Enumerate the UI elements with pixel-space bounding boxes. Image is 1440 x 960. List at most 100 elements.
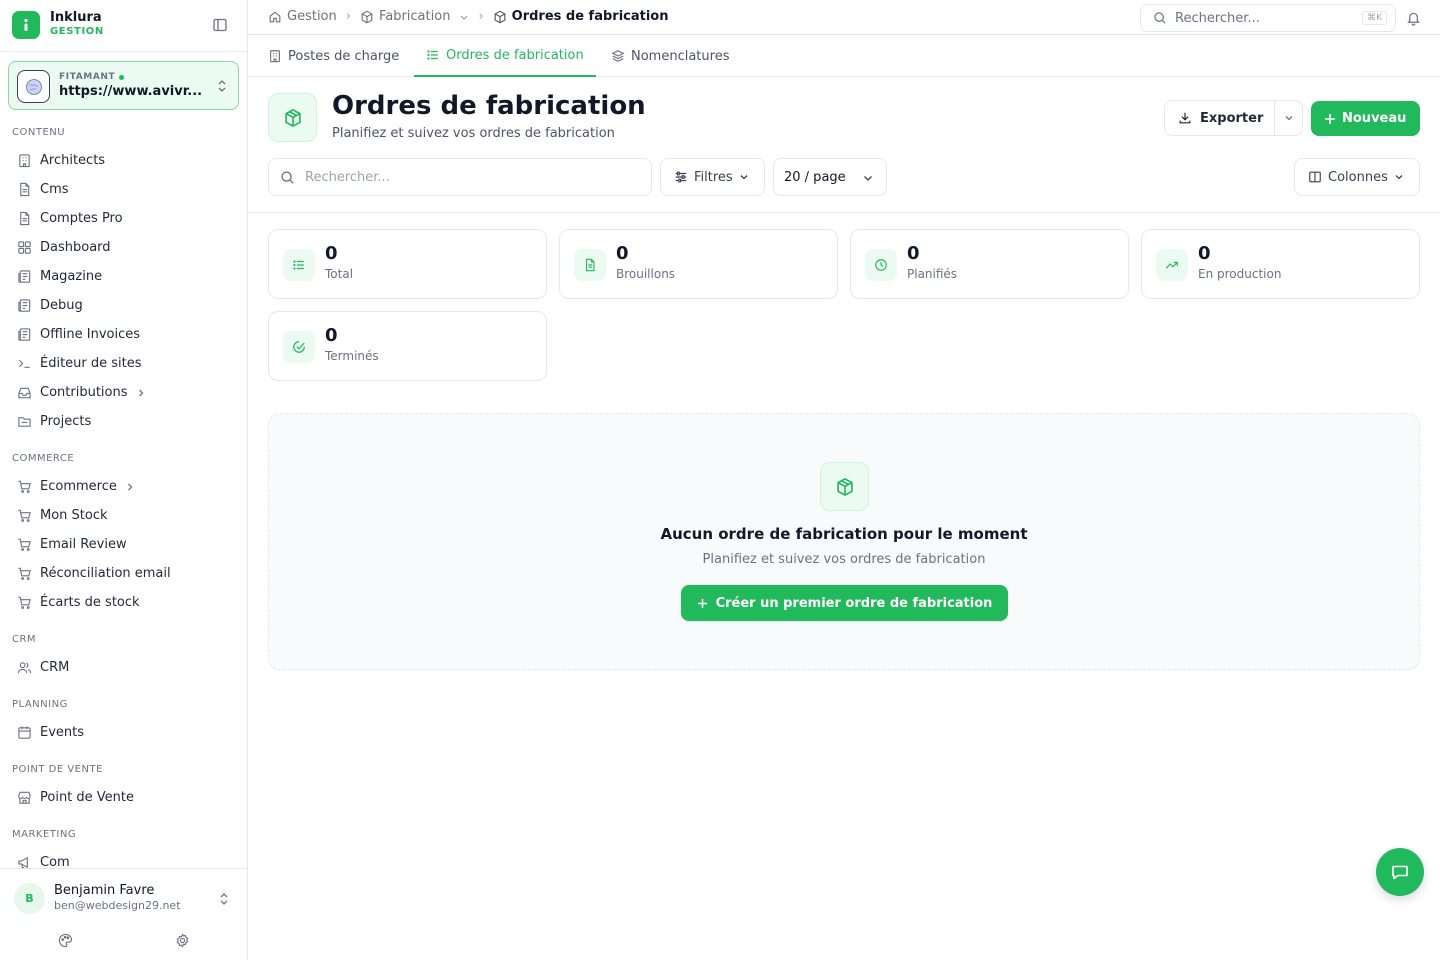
nav-section-title: MARKETING (12, 829, 77, 840)
chevron-down-icon (862, 172, 874, 184)
sidebar-toggle-icon[interactable] (212, 17, 230, 35)
breadcrumb-item-gestion[interactable]: Gestion (268, 9, 337, 24)
search-box[interactable] (268, 158, 652, 196)
palette-icon[interactable] (56, 931, 74, 949)
page-size-select[interactable]: 20 / page (773, 158, 887, 196)
megaphone-icon (16, 855, 32, 868)
sidebar-item-com[interactable]: Com (0, 848, 247, 868)
cart-icon (16, 537, 32, 553)
sidebar-item-email-review[interactable]: Email Review (0, 530, 247, 559)
bell-icon[interactable] (1406, 10, 1421, 26)
sidebar-item-ecommerce[interactable]: Ecommerce (0, 472, 247, 501)
layers-icon (611, 49, 625, 63)
sidebar-item-ecarts-de-stock[interactable]: Écarts de stock (0, 588, 247, 617)
sidebar-item-projects[interactable]: Projects (0, 407, 247, 436)
site-switcher[interactable]: FITAMANT https://www.avivr... (8, 61, 239, 110)
filters-label: Filtres (694, 169, 733, 185)
clock-icon (865, 249, 897, 281)
chevron-right-icon (125, 482, 135, 492)
folder-icon (16, 414, 32, 430)
breadcrumb-label: Gestion (287, 9, 337, 24)
sidebar-item-events[interactable]: Events (0, 718, 247, 747)
sidebar-item-dashboard[interactable]: Dashboard (0, 233, 247, 262)
stat-card-en-production: 0 En production (1141, 229, 1420, 299)
stat-value: 0 (907, 243, 920, 264)
sidebar-item-magazine[interactable]: Magazine (0, 262, 247, 291)
tab-ordres-de-fabrication[interactable]: Ordres de fabrication (414, 35, 596, 77)
global-search-input[interactable] (1175, 10, 1355, 26)
sidebar-item-comptes-pro[interactable]: Comptes Pro (0, 204, 247, 233)
box-icon (268, 93, 317, 142)
sidebar-item-label: Mon Stock (40, 508, 108, 523)
sidebar-item-editeur-de-sites[interactable]: Éditeur de sites (0, 349, 247, 378)
user-menu[interactable]: B Benjamin Favre ben@webdesign29.net (0, 868, 247, 960)
export-options-button[interactable] (1274, 100, 1303, 136)
sidebar-item-reconciliation-email[interactable]: Réconciliation email (0, 559, 247, 588)
columns-icon (1308, 170, 1322, 184)
stat-label: En production (1198, 267, 1282, 281)
brand-subtitle: GESTION (50, 26, 104, 37)
breadcrumb-item-fabrication[interactable]: Fabrication (360, 9, 469, 24)
tab-label: Postes de charge (288, 48, 400, 64)
chat-button[interactable] (1376, 848, 1424, 896)
stat-card-termines: 0 Terminés (268, 311, 547, 381)
sidebar-item-mon-stock[interactable]: Mon Stock (0, 501, 247, 530)
sidebar-item-offline-invoices[interactable]: Offline Invoices (0, 320, 247, 349)
search-icon (1153, 11, 1167, 25)
user-email: ben@webdesign29.net (54, 899, 181, 912)
grid-icon (16, 240, 32, 256)
global-search[interactable]: ⌘K (1140, 4, 1396, 32)
avatar: B (14, 883, 45, 914)
sidebar-item-point-de-vente[interactable]: Point de Vente (0, 783, 247, 812)
brand-logo-icon[interactable] (12, 11, 40, 39)
file-icon (16, 211, 32, 227)
new-label: Nouveau (1342, 111, 1407, 126)
page-subtitle: Planifiez et suivez vos ordres de fabric… (332, 126, 615, 141)
sidebar-item-crm[interactable]: CRM (0, 653, 247, 682)
sidebar-item-label: Com (40, 855, 70, 868)
calendar-icon (16, 725, 32, 741)
nav-section-title: POINT DE VENTE (12, 764, 103, 775)
breadcrumb: Gestion › Fabrication › Ordres de fabric… (268, 9, 669, 24)
sidebar-item-label: Projects (40, 414, 92, 429)
nav-section-title: COMMERCE (12, 453, 75, 464)
export-button[interactable]: Exporter (1164, 100, 1275, 136)
document-icon (574, 249, 606, 281)
newspaper-icon (16, 269, 32, 285)
sidebar-item-debug[interactable]: Debug (0, 291, 247, 320)
list-icon (426, 48, 440, 62)
sidebar-item-label: Éditeur de sites (40, 356, 142, 371)
site-url: https://www.avivr... (59, 84, 203, 99)
box-icon (360, 10, 374, 24)
search-input[interactable] (305, 169, 625, 185)
columns-button[interactable]: Colonnes (1294, 158, 1420, 196)
download-icon (1178, 111, 1192, 125)
columns-label: Colonnes (1328, 169, 1388, 185)
sidebar-nav: CONTENU Architects Cms Comptes Pro Dashboard… (0, 118, 247, 868)
stat-value: 0 (1198, 243, 1211, 264)
gear-icon[interactable] (173, 931, 191, 949)
sidebar-item-label: Dashboard (40, 240, 111, 255)
sidebar-item-label: Contributions (40, 385, 128, 400)
page-title: Ordres de fabrication (332, 91, 646, 121)
sidebar-item-architects[interactable]: Architects (0, 146, 247, 175)
filters-button[interactable]: Filtres (660, 158, 765, 196)
sidebar-item-contributions[interactable]: Contributions (0, 378, 247, 407)
cart-icon (16, 595, 32, 611)
stat-card-brouillons: 0 Brouillons (559, 229, 838, 299)
new-button[interactable]: Nouveau (1311, 101, 1420, 136)
chevron-updown-icon (218, 891, 230, 907)
sidebar-item-label: Réconciliation email (40, 566, 171, 581)
tab-postes-de-charge[interactable]: Postes de charge (268, 35, 399, 77)
sidebar-item-cms[interactable]: Cms (0, 175, 247, 204)
breadcrumb-label: Fabrication (378, 9, 451, 24)
sidebar-item-label: Cms (40, 182, 69, 197)
box-icon (493, 10, 507, 24)
tab-nomenclatures[interactable]: Nomenclatures (611, 35, 729, 77)
empty-state-subtitle: Planifiez et suivez vos ordres de fabric… (702, 552, 986, 567)
brand-header: Inklura GESTION (0, 0, 247, 52)
create-first-order-button[interactable]: Créer un premier ordre de fabrication (681, 585, 1008, 621)
